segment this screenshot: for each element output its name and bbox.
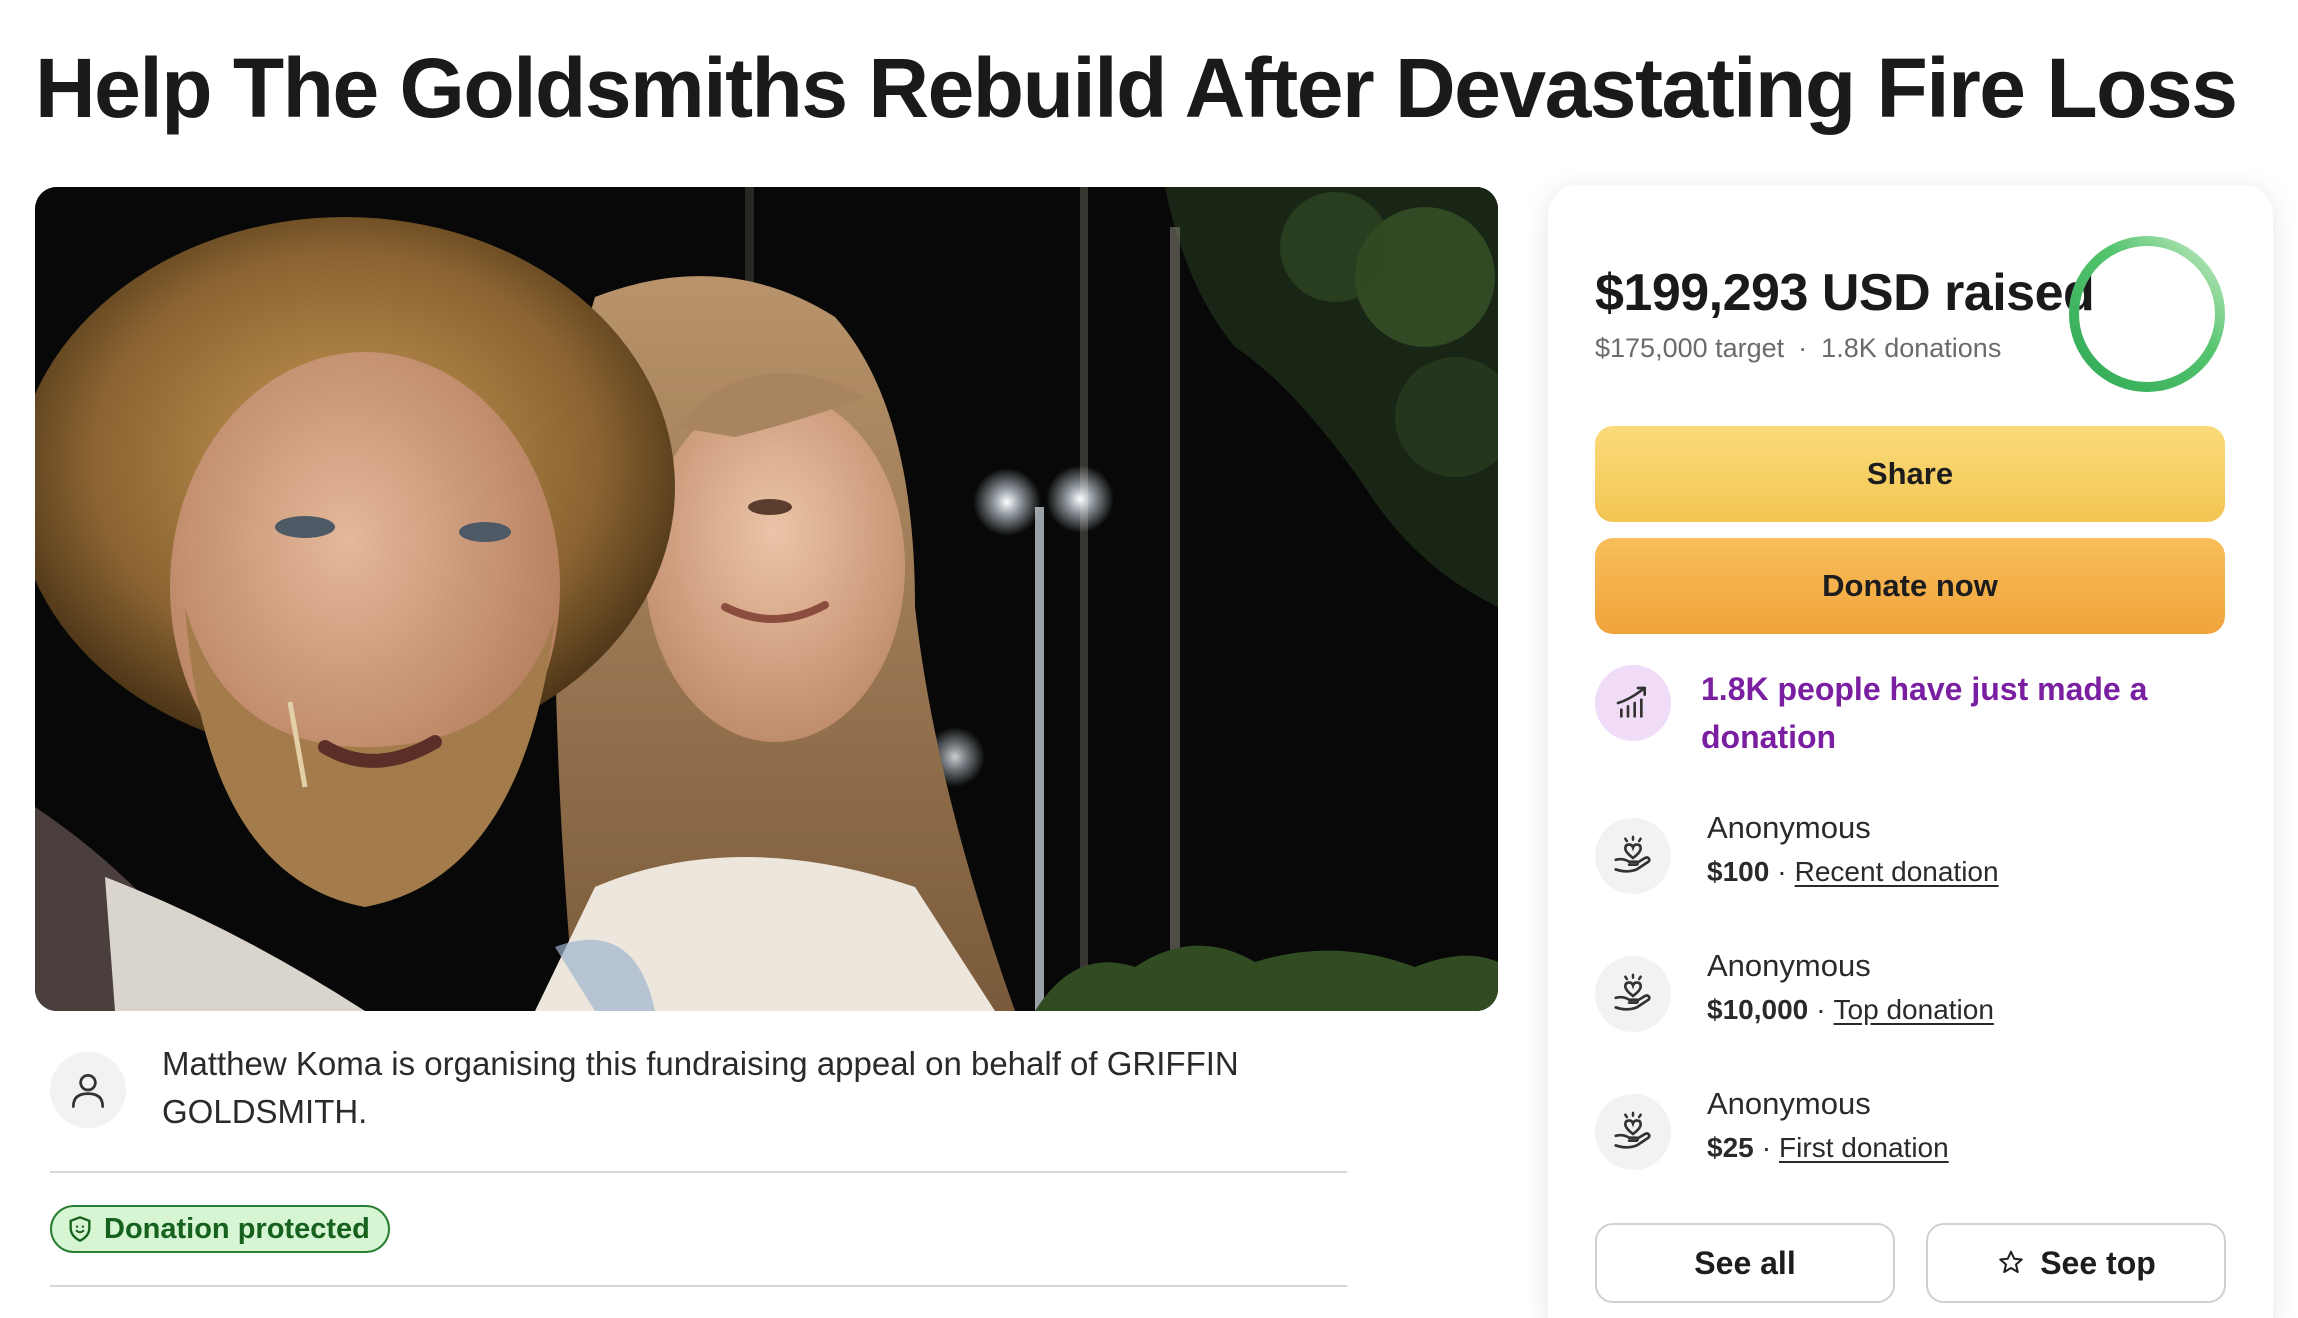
heart-hand-icon xyxy=(1614,1111,1651,1149)
campaign-photo xyxy=(35,187,1498,1011)
organiser-info: Matthew Koma is organising this fundrais… xyxy=(50,1040,1350,1160)
donate-now-button[interactable]: Donate now xyxy=(1595,538,2225,634)
donor-type-link[interactable]: Top donation xyxy=(1834,994,1994,1025)
donor-detail: $25 · First donation xyxy=(1707,1132,1949,1164)
trending-up-icon xyxy=(1616,686,1646,718)
donor-name: Anonymous xyxy=(1707,948,1871,983)
donation-count: 1.8K donations xyxy=(1821,333,2002,363)
progress-ring-fill xyxy=(2069,236,2225,392)
donor-amount: $10,000 xyxy=(1707,994,1809,1025)
stats-separator: · xyxy=(1798,333,1808,363)
see-all-button[interactable]: See all xyxy=(1595,1223,1895,1303)
donor-avatar xyxy=(1595,1094,1671,1170)
sub-stats: $175,000 target · 1.8K donations xyxy=(1595,333,2001,364)
divider-top xyxy=(50,1171,1347,1173)
donor-separator: · xyxy=(1816,994,1826,1025)
heart-hand-icon xyxy=(1614,973,1651,1011)
see-all-label: See all xyxy=(1694,1244,1796,1281)
donation-protected-badge[interactable]: Donation protected xyxy=(50,1205,390,1253)
recent-activity-text: 1.8K people have just made a donation xyxy=(1701,671,2148,755)
donor-separator: · xyxy=(1761,1132,1772,1163)
donor-avatar xyxy=(1595,956,1671,1032)
donation-card: $199,293 USD raised $175,000 target · 1.8K… xyxy=(1548,185,2273,1318)
star-icon xyxy=(1999,1250,2023,1273)
donor-detail: $100 · Recent donation xyxy=(1707,856,1999,888)
donor-type-link[interactable]: First donation xyxy=(1779,1132,1949,1163)
see-top-label: See top xyxy=(2040,1244,2156,1281)
page-title: Help The Goldsmiths Rebuild After Devast… xyxy=(35,41,2238,135)
donor-separator: · xyxy=(1777,856,1787,887)
donor-item: Anonymous $25 · First donation xyxy=(1595,1086,2225,1176)
donor-amount: $25 xyxy=(1707,1132,1754,1163)
donor-name: Anonymous xyxy=(1707,810,1871,845)
donor-item: Anonymous $10,000 · Top donation xyxy=(1595,948,2225,1038)
donor-name: Anonymous xyxy=(1707,1086,1871,1121)
trending-up-icon-wrap xyxy=(1595,665,1671,741)
campaign-photo-illustration xyxy=(35,187,1498,1011)
donor-amount: $100 xyxy=(1707,856,1770,887)
organiser-avatar xyxy=(50,1052,126,1128)
organiser-text: Matthew Koma is organising this fundrais… xyxy=(162,1045,1239,1130)
share-button[interactable]: Share xyxy=(1595,426,2225,522)
divider-bottom xyxy=(50,1285,1347,1287)
donor-detail: $10,000 · Top donation xyxy=(1707,994,1994,1026)
donor-avatar xyxy=(1595,818,1671,894)
donor-type-link[interactable]: Recent donation xyxy=(1795,856,1999,887)
user-icon xyxy=(71,1073,105,1108)
shield-icon xyxy=(69,1216,91,1242)
target-amount: $175,000 target xyxy=(1595,333,1785,363)
donor-item: Anonymous $100 · Recent donation xyxy=(1595,810,2225,900)
donation-protected-label: Donation protected xyxy=(104,1212,370,1245)
recent-activity: 1.8K people have just made a donation xyxy=(1595,665,2225,775)
see-top-button[interactable]: See top xyxy=(1926,1223,2226,1303)
heart-hand-icon xyxy=(1614,835,1651,873)
amount-raised: $199,293 USD raised xyxy=(1595,264,2095,322)
progress-ring xyxy=(2069,236,2225,392)
